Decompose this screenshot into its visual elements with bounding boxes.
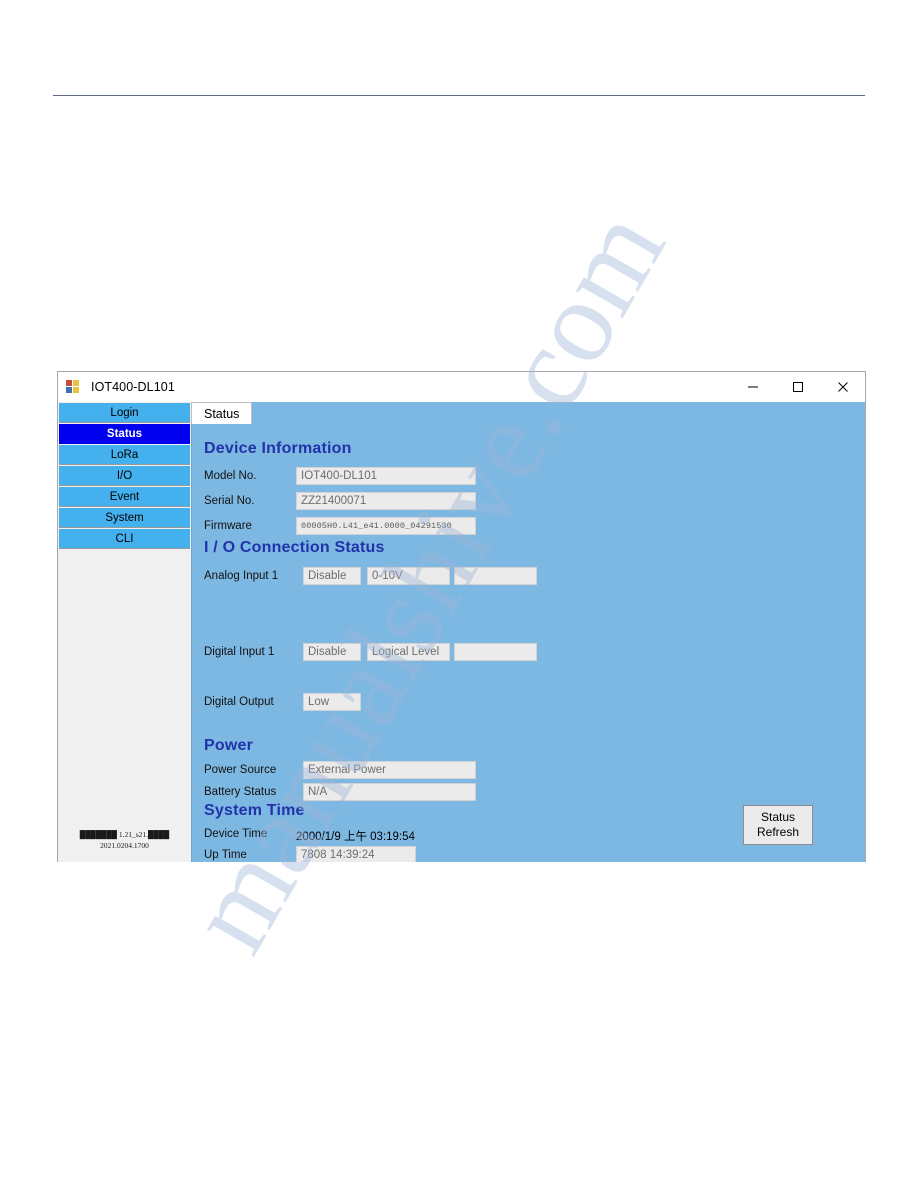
battery-status-label: Battery Status	[204, 786, 277, 798]
up-time-label: Up Time	[204, 849, 247, 861]
window-title: IOT400-DL101	[91, 380, 175, 394]
sidebar-item-io[interactable]: I/O	[59, 466, 190, 486]
status-refresh-button[interactable]: Status Refresh	[743, 805, 813, 845]
version-line-1: ███████ 1.21_s21.████	[79, 830, 170, 840]
app-window-icon	[66, 379, 82, 395]
device-time-value: 2000/1/9 上午 03:19:54	[296, 831, 415, 843]
system-time-heading: System Time	[204, 802, 305, 819]
device-information-heading: Device Information	[204, 440, 352, 457]
sidebar-version-footer: ███████ 1.21_s21.████ 2021.0204.1700	[58, 830, 191, 852]
sidebar: Login Status LoRa I/O Event System CLI █…	[58, 402, 191, 862]
power-heading: Power	[204, 737, 254, 754]
maximize-icon[interactable]	[775, 372, 820, 402]
sidebar-item-event[interactable]: Event	[59, 487, 190, 507]
close-icon[interactable]	[820, 372, 865, 402]
digital-output-state: Low	[303, 693, 361, 711]
io-connection-status-heading: I / O Connection Status	[204, 539, 385, 556]
sidebar-item-system[interactable]: System	[59, 508, 190, 528]
application-window: IOT400-DL101 Login Status LoRa I/O Event…	[57, 371, 866, 862]
analog-input-1-reading	[454, 567, 537, 585]
analog-input-1-mode: 0-10V	[367, 567, 450, 585]
device-time-label: Device Time	[204, 828, 268, 840]
model-no-value: IOT400-DL101	[296, 467, 476, 485]
page-header-rule	[53, 95, 865, 96]
window-body: Login Status LoRa I/O Event System CLI █…	[58, 402, 865, 862]
content-column: Status Device Information Model No. IOT4…	[191, 402, 865, 862]
serial-no-value: ZZ21400071	[296, 492, 476, 510]
analog-input-1-state: Disable	[303, 567, 361, 585]
analog-input-1-label: Analog Input 1	[204, 570, 279, 582]
model-no-label: Model No.	[204, 470, 257, 482]
status-panel: Device Information Model No. IOT400-DL10…	[191, 424, 865, 862]
window-controls	[730, 372, 865, 402]
status-refresh-line-2: Refresh	[756, 825, 800, 839]
power-source-value: External Power	[303, 761, 476, 779]
sidebar-item-lora[interactable]: LoRa	[59, 445, 190, 465]
sidebar-item-login[interactable]: Login	[59, 403, 190, 423]
minimize-icon[interactable]	[730, 372, 775, 402]
digital-input-1-mode: Logical Level	[367, 643, 450, 661]
digital-input-1-reading	[454, 643, 537, 661]
serial-no-label: Serial No.	[204, 495, 255, 507]
digital-output-label: Digital Output	[204, 696, 274, 708]
digital-input-1-label: Digital Input 1	[204, 646, 275, 658]
battery-status-value: N/A	[303, 783, 476, 801]
window-titlebar: IOT400-DL101	[58, 372, 865, 402]
up-time-value: 7808 14:39:24	[296, 846, 416, 862]
sidebar-item-cli[interactable]: CLI	[59, 529, 190, 549]
tabstrip: Status	[191, 402, 865, 424]
firmware-label: Firmware	[204, 520, 252, 532]
tab-status[interactable]: Status	[191, 402, 253, 424]
digital-input-1-state: Disable	[303, 643, 361, 661]
firmware-value: 00005H0.L41_e41.0000_04291530	[296, 517, 476, 535]
power-source-label: Power Source	[204, 764, 277, 776]
status-refresh-line-1: Status	[760, 810, 796, 824]
sidebar-item-status[interactable]: Status	[59, 424, 190, 444]
version-line-2: 2021.0204.1700	[100, 841, 149, 851]
